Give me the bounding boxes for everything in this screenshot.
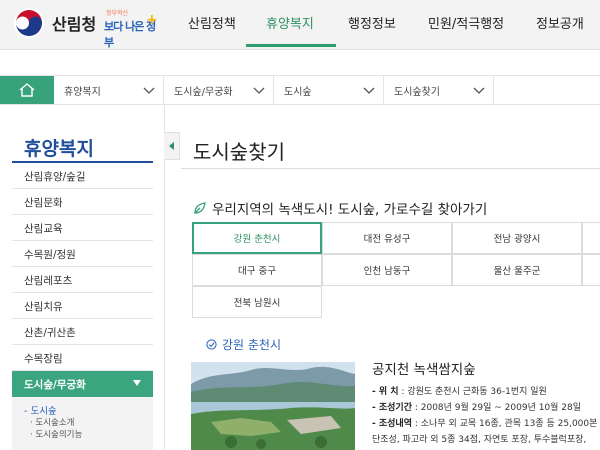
info-key: - 조성내역 (372, 419, 412, 429)
slogan-small: 정부혁신 (106, 10, 129, 17)
info-row-details: - 조성내역 : 소나무 외 교목 16종, 관목 13종 등 25,000본 (372, 416, 600, 432)
check-circle-icon (206, 339, 217, 350)
sidebar-submenu: - 도시숲 · 도시숲소개 · 도시숲의기능 (12, 397, 153, 450)
home-icon (19, 83, 35, 97)
region-namwon[interactable]: 전북 남원시 (192, 286, 322, 318)
taegeuk-emblem-icon (14, 8, 44, 38)
breadcrumb-label: 도시숲/무궁화 (174, 87, 233, 98)
nav-item-civil[interactable]: 민원/적극행정 (428, 13, 504, 32)
plus-icon: + (146, 12, 158, 28)
sidebar-item-culture[interactable]: 산림문화 (12, 189, 153, 215)
breadcrumb-label: 휴양복지 (64, 87, 101, 98)
nav-item-policy[interactable]: 산림정책 (188, 13, 236, 32)
sidebar-active-label: 도시숲/무궁화 (24, 379, 86, 391)
sidebar-item-mountain-village[interactable]: 산촌/귀산촌 (12, 319, 153, 345)
section-heading: 우리지역의 녹색도시! 도시숲, 가로수길 찾아가기 (193, 198, 487, 218)
sidebar-collapse-button[interactable] (164, 132, 180, 160)
breadcrumb-item-urban-forest-mugunghwa[interactable]: 도시숲/무궁화 (164, 76, 274, 104)
region-empty (582, 254, 600, 286)
header: 산림청 정부혁신 보다 나은 정부 + 산림정책 휴양복지 행정정보 민원/적극… (0, 0, 600, 50)
info-value: : 2008년 9월 29일 ~ 2009년 10월 28일 (412, 403, 582, 413)
breadcrumb-label: 도시숲찾기 (394, 87, 440, 98)
region-namdong[interactable]: 인천 남동구 (322, 254, 452, 286)
info-value: 단조성, 파고라 외 5종 34점, 자연토 포장, 투수블럭포장, (372, 435, 587, 445)
page-title: 도시숲찾기 (193, 140, 285, 164)
section-title: 우리지역의 녹색도시! 도시숲, 가로수길 찾아가기 (212, 202, 488, 218)
breadcrumb-label: 도시숲 (284, 87, 312, 98)
chevron-down-icon (143, 87, 155, 94)
sidebar-item-arboretum[interactable]: 수목원/정원 (12, 241, 153, 267)
title-divider (181, 168, 600, 169)
info-row-details-cont: 단조성, 파고라 외 5종 34점, 자연토 포장, 투수블럭포장, (372, 432, 600, 448)
nav-item-disclosure[interactable]: 정보공개 (536, 13, 584, 32)
sidebar-item-leports[interactable]: 산림레포츠 (12, 267, 153, 293)
region-chuncheon[interactable]: 강원 춘천시 (192, 222, 322, 254)
sidebar-item-tree-burial[interactable]: 수목장림 (12, 345, 153, 371)
region-yuseong[interactable]: 대전 유성구 (322, 222, 452, 254)
gov-slogan: 정부혁신 보다 나은 정부 + (102, 8, 158, 49)
chevron-down-icon (473, 87, 485, 94)
breadcrumb-item-find[interactable]: 도시숲찾기 (384, 76, 494, 104)
sidebar-title: 휴양복지 (12, 130, 153, 163)
breadcrumb-item-welfare[interactable]: 휴양복지 (54, 76, 164, 104)
submenu-item-urban-forest[interactable]: - 도시숲 (24, 403, 153, 417)
submenu-item-intro[interactable]: · 도시숲소개 (24, 416, 153, 428)
submenu-item-function[interactable]: · 도시숲의기능 (24, 428, 153, 440)
info-key: - 조성기간 (372, 403, 412, 413)
info-value: : 강원도 춘천시 근화동 36-1번지 일원 (398, 387, 547, 397)
selected-region-label: 강원 춘천시 (206, 336, 281, 353)
info-row-location: - 위 치 : 강원도 춘천시 근화동 36-1번지 일원 (372, 384, 600, 400)
chevron-down-icon (363, 87, 375, 94)
selected-region-name: 강원 춘천시 (222, 338, 282, 352)
logo-name: 산림청 (52, 15, 97, 34)
info-row-period: - 조성기간 : 2008년 9월 29일 ~ 2009년 10월 28일 (372, 400, 600, 416)
park-info: - 위 치 : 강원도 춘천시 근화동 36-1번지 일원 - 조성기간 : 2… (372, 384, 600, 448)
home-button[interactable] (0, 76, 54, 104)
nav-item-admin[interactable]: 행정정보 (348, 13, 396, 32)
breadcrumb: 휴양복지 도시숲/무궁화 도시숲 도시숲찾기 (0, 75, 600, 105)
chevron-down-icon (253, 87, 265, 94)
caret-down-icon (133, 380, 141, 386)
nav-item-welfare[interactable]: 휴양복지 (266, 13, 314, 32)
region-jung-gu[interactable]: 대구 중구 (192, 254, 322, 286)
sidebar-item-healing[interactable]: 산림치유 (12, 293, 153, 319)
park-photo (191, 362, 355, 450)
info-key: - 위 치 (372, 387, 399, 397)
info-value: : 소나무 외 교목 16종, 관목 13종 등 25,000본 (412, 419, 598, 429)
region-empty (582, 222, 600, 254)
park-title: 공지천 녹색쌈지숲 (372, 362, 476, 378)
region-gwangyang[interactable]: 전남 광양시 (452, 222, 582, 254)
sidebar-item-recreation[interactable]: 산림휴양/숲길 (12, 163, 153, 189)
sidebar-item-urban-forest-active[interactable]: 도시숲/무궁화 (12, 371, 153, 397)
region-ulju[interactable]: 울산 울주군 (452, 254, 582, 286)
breadcrumb-item-urban-forest[interactable]: 도시숲 (274, 76, 384, 104)
leaf-icon (194, 201, 206, 214)
sidebar-item-education[interactable]: 산림교육 (12, 215, 153, 241)
logo[interactable]: 산림청 (12, 6, 96, 40)
caret-left-icon (169, 142, 174, 150)
nav-active-underline (246, 44, 336, 47)
sidebar: 휴양복지 산림휴양/숲길 산림문화 산림교육 수목원/정원 산림레포츠 산림치유… (12, 130, 153, 450)
